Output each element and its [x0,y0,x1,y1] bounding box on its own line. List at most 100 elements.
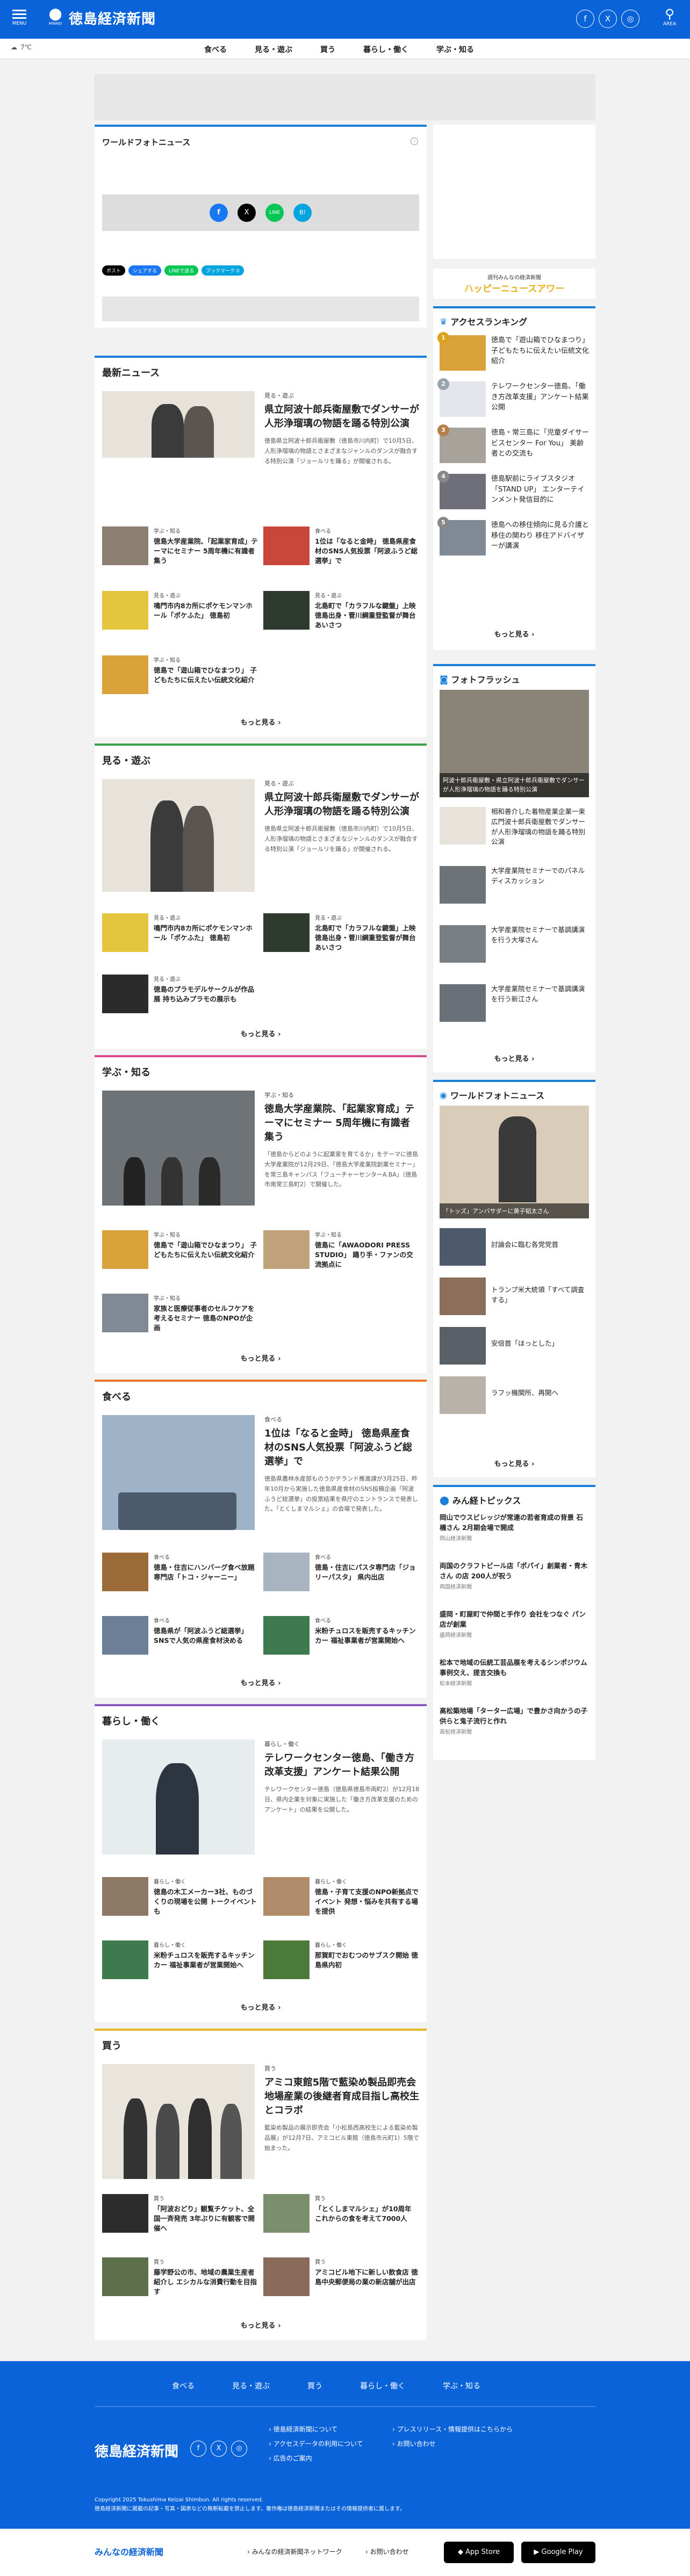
site-logo[interactable]: ⬤ MINKEI 徳島経済新聞 [47,8,156,28]
feature-article[interactable]: 学ぶ・知る 徳島大学産業院、「起業家育成」テーマにセミナー 5周年機に有識者集う「… [102,1091,419,1206]
menu-button[interactable]: MENU [8,8,31,32]
flash-item[interactable]: 相和善介した着物産業企業一束広門波十郎兵衛屋敷でダンサーが人形浄瑠璃の物語を踊る… [440,807,589,847]
facebook-icon[interactable]: f [190,2441,206,2457]
ranking-item[interactable]: 2 テレワークセンター徳島、「働き方改革支援」アンケート結果公開 [437,378,589,417]
list-item[interactable]: 食べる 米粉チュロスを販売するキッチンカー 福祉事業者が営業開始へ [263,1616,419,1655]
nav-eat[interactable]: 食べる [204,44,227,55]
ranking-item[interactable]: 4 徳島駅前にライブスタジオ「STAND UP」 エンターテインメント発信目的に [437,471,589,509]
instagram-icon[interactable]: ◎ [621,10,639,28]
list-item[interactable]: 食べる 徳島県が「阿波ふうど総選挙」 SNSで人気の県産食材決める [102,1616,258,1655]
x-icon[interactable]: X [211,2441,227,2457]
footer-nav-live[interactable]: 暮らし・働く [360,2380,405,2391]
google-play-button[interactable]: ▶ Google Play [521,2542,595,2563]
hatena-bookmark-button[interactable]: ブックマーク 0 [202,265,244,276]
contact-link[interactable]: › お問い合わせ [365,2547,409,2556]
x-icon[interactable]: X [599,10,617,28]
world-main-photo[interactable]: 「トッズ」アンバサダーに黄子韬太さん [440,1106,589,1218]
line-send-button[interactable]: LINEで送る [164,265,199,276]
list-item[interactable]: 見る・遊ぶ 鳴門市内8カ所にポケモンマンホール「ポケふた」 徳島初 [102,913,258,952]
list-item[interactable]: 食べる 徳島・住吉にパスタ専門店「ジョリーパスタ」 県内出店 [263,1553,419,1591]
list-item[interactable]: 見る・遊ぶ 北島町で「カラフルな鍵盤」上映 徳島出身・菅川綱重登監督が舞台あいさつ [263,591,419,630]
flash-main-photo[interactable]: 阿波十郎兵衛屋敷・県立阿波十郎兵衛屋敷でダンサーが人形浄瑠璃の物語を踊る特別公演 [440,690,589,797]
nav-live[interactable]: 暮らし・働く [363,44,408,55]
list-item[interactable]: 暮らし・働く 徳島の木工メーカー3社、ものづくりの現場を公開 トークイベントも [102,1877,258,1916]
article-thumb [263,1940,310,1979]
footer-nav-eat[interactable]: 食べる [172,2380,195,2391]
footer-nav-learn[interactable]: 学ぶ・知る [443,2380,480,2391]
more-link[interactable]: もっと見る › [433,629,595,639]
minkei-logo[interactable]: みんなの経済新聞 [95,2545,163,2558]
app-store-button[interactable]: ◆ App Store [444,2542,514,2563]
world-item[interactable]: ラフッ機関所、再開へ [440,1376,589,1414]
topic-item[interactable]: 岡山でウスビレッジが常連の若者育成の背景 石橋さん 2月期会場で開成 岡山経済新聞 [440,1513,589,1543]
topic-item[interactable]: 松本で地域の伝統工芸品展を考えるシンポジウム 事例交え、提言交換も 松本経済新聞 [440,1658,589,1688]
nav-see[interactable]: 見る・遊ぶ [255,44,292,55]
ranking-item[interactable]: 3 徳島・常三島に「児童ダイサービスセンター For You」 美齢者との交流も [437,424,589,463]
ranking-item[interactable]: 1 徳島で「遊山箱でひなまつり」 子どもたちに伝えたい伝統文化紹介 [437,332,589,371]
world-item[interactable]: 安倍首「ほっとした」 [440,1327,589,1365]
feature-article[interactable]: 買う アミコ東館5階で藍染め製品即売会 地場産業の後継者育成目指し高校生とコラボ藍… [102,2064,419,2179]
category-label: 暮らし・働く [154,1943,186,1949]
nav-buy[interactable]: 買う [320,44,335,55]
more-link[interactable]: もっと見る › [95,717,427,727]
topic-item[interactable]: 両国のクラフトビール店「ポパイ」創業者・青木さん の店 200人が祝う 両国経済新… [440,1561,589,1591]
list-item[interactable]: 学ぶ・知る 徳島に「AWAODORI PRESS STUDIO」 踊り手・ファンの… [263,1230,419,1269]
more-link[interactable]: もっと見る › [95,2320,427,2330]
facebook-icon[interactable]: f [210,204,228,222]
post-button[interactable]: ポスト [102,265,126,276]
list-item[interactable]: 見る・遊ぶ 鳴門市内8カ所にポケモンマンホール「ポケふた」 徳島初 [102,591,258,630]
footer-link-press[interactable]: › プレスリリース・情報提供はこちらから [392,2425,532,2434]
more-link[interactable]: もっと見る › [95,2002,427,2012]
happy-news-banner[interactable]: 週刊みんなの経済新聞 ハッピーニュースアワー [433,269,595,299]
network-link[interactable]: › みんなの経済新聞ネットワーク [247,2547,342,2556]
more-link[interactable]: もっと見る › [95,1353,427,1363]
list-item[interactable]: 学ぶ・知る 徳島で「遊山箱でひなまつり」 子どもたちに伝えたい伝統文化紹介 [102,1230,258,1269]
line-icon[interactable]: LINE [265,204,284,222]
more-link[interactable]: もっと見る › [433,1458,595,1468]
footer-link-contact[interactable]: › お問い合わせ [392,2439,532,2448]
footer-link-data[interactable]: › アクセスデータの利用について [269,2439,392,2448]
list-item[interactable]: 見る・遊ぶ 徳島のプラモデルサークルが作品展 持ち込みプラモの展示も [102,975,258,1013]
list-item[interactable]: 暮らし・働く 米粉チュロスを販売するキッチンカー 福祉事業者が営業開始へ [102,1940,258,1979]
more-link[interactable]: もっと見る › [95,1677,427,1687]
list-item[interactable]: 買う 藤学野公の市、地域の農業生産者紹介し エシカルな消費行動を目指す [102,2257,258,2297]
ranking-item[interactable]: 5 徳島への移住傾向に見る介護と移住の関わり 移住アドバイザーが講演 [437,517,589,555]
facebook-share-button[interactable]: シェアする [128,265,162,276]
flash-item[interactable]: 大学産業院セミナーでのパネルディスカッション [440,866,589,904]
more-link[interactable]: もっと見る › [95,1028,427,1038]
footer-nav-buy[interactable]: 買う [307,2380,322,2391]
topic-item[interactable]: 高松築地場「ターター広場」で豊かさ向かうの子供らと鬼子流行と作れ 高松経済新聞 [440,1706,589,1736]
flash-item[interactable]: 大学産業院セミナーで基調講演を行う大塚さん [440,925,589,963]
footer-link-ads[interactable]: › 広告のご案内 [269,2454,392,2463]
instagram-icon[interactable]: ◎ [231,2441,247,2457]
list-item[interactable]: 暮らし・働く 那賀町でおむつのサブスク開始 徳島県内初 [263,1940,419,1979]
feature-article[interactable]: 食べる 1位は「なると金時」 徳島県産食材のSNS人気投票「阿波ふうど総選挙」で徳… [102,1415,419,1530]
feature-article[interactable]: 見る・遊ぶ 県立阿波十郎兵衛屋敷でダンサーが人形浄瑠璃の物語を踊る特別公演 徳島県立… [102,391,419,466]
feature-article[interactable]: 暮らし・働く テレワークセンター徳島、「働き方改革支援」アンケート結果公開 テレワー… [102,1740,419,1855]
world-item[interactable]: トランプ米大統領「すべて調査する」 [440,1278,589,1315]
area-button[interactable]: ⚲ AREA [657,6,682,27]
list-item[interactable]: 買う アミコビル地下に新しい飲食店 徳島中央郵便局の業の新店舗が出店 [263,2257,419,2296]
x-icon[interactable]: X [238,204,256,222]
more-link[interactable]: もっと見る › [433,1053,595,1063]
facebook-icon[interactable]: f [576,10,594,28]
list-item[interactable]: 食べる 徳島・住吉にハンバーグ食べ放題専門店「トコ・ジャーニー」 [102,1553,258,1591]
nav-learn[interactable]: 学ぶ・知る [436,44,474,55]
topic-item[interactable]: 盛岡・町屋町で仲間と手作り 会社をつなぐ パン店が創業 盛岡経済新聞 [440,1610,589,1640]
list-item[interactable]: 学ぶ・知る 徳島大学産業院、「起業家育成」テーマにセミナー 5周年機に有識者集う [102,526,258,566]
list-item[interactable]: 学ぶ・知る 徳島で「遊山箱でひなまつり」 子どもたちに伝えたい伝統文化紹介 [102,655,258,694]
list-item[interactable]: 見る・遊ぶ 北島町で「カラフルな鍵盤」上映 徳島出身・菅川綱重登監督が舞台あいさつ [263,913,419,953]
list-item[interactable]: 買う 「阿波おどり」観覧チケット、全国一斉発売 3年ぶりに有観客で開催へ [102,2194,258,2233]
info-icon[interactable]: i [411,138,418,145]
footer-link-about[interactable]: › 徳島経済新聞について [269,2425,392,2434]
world-item[interactable]: 討論会に臨む各党党首 [440,1228,589,1266]
footer-nav-see[interactable]: 見る・遊ぶ [232,2380,270,2391]
list-item[interactable]: 暮らし・働く 徳島・子育て支援のNPO新拠点でイベント 発想・悩みを共有する場を提… [263,1877,419,1916]
feature-article[interactable]: 見る・遊ぶ 県立阿波十郎兵衛屋敷でダンサーが人形浄瑠璃の物語を踊る特別公演 徳島県立… [102,779,419,892]
list-item[interactable]: 食べる 1位は「なると金時」 徳島県産食材のSNS人気投票「阿波ふうど総選挙」で [263,526,419,566]
list-item[interactable]: 学ぶ・知る 家族と医療従事者のセルフケアを考えるセミナー 徳島のNPOが企画 [102,1294,258,1333]
flash-item[interactable]: 大学産業院セミナーで基調講演を行う新江さん [440,984,589,1022]
hatena-icon[interactable]: B! [293,204,312,222]
footer-logo[interactable]: 徳島経済新聞 [95,2441,178,2460]
list-item[interactable]: 買う 「とくしまマルシェ」が10周年 これからの食を考えて7000人 [263,2194,419,2233]
